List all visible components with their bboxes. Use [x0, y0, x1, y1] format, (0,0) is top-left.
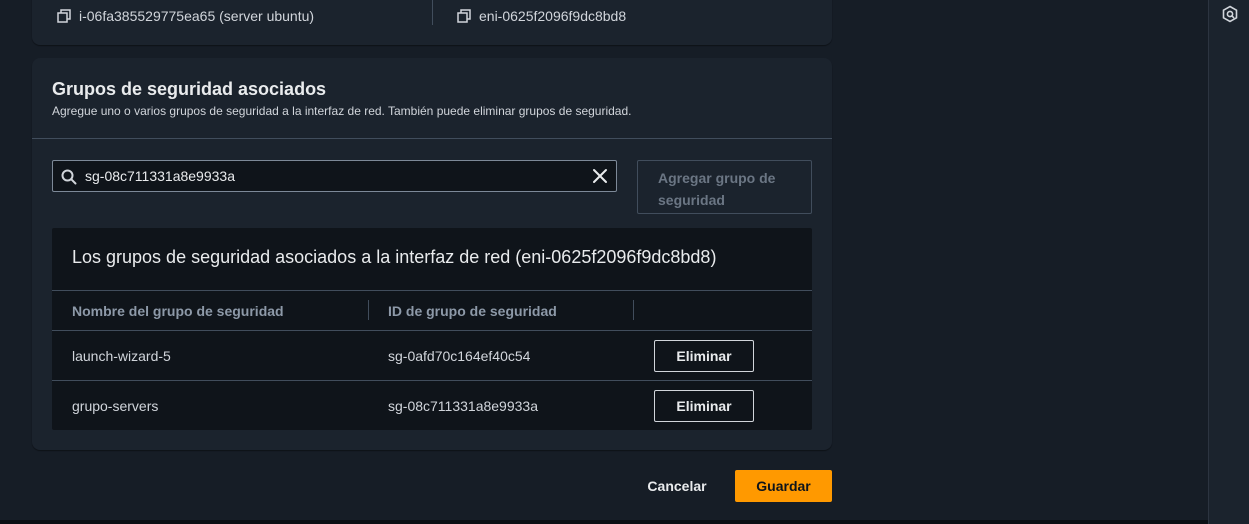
search-input[interactable]	[85, 161, 585, 191]
associated-groups-table: Los grupos de seguridad asociados a la i…	[52, 228, 812, 430]
table-divider	[52, 290, 812, 291]
section-divider	[32, 138, 832, 139]
save-button[interactable]: Guardar	[735, 470, 832, 502]
instance-id-text: i-06fa385529775ea65 (server ubuntu)	[79, 8, 315, 24]
row-divider	[52, 380, 812, 381]
add-security-group-button[interactable]: Agregar grupo de seguridad	[637, 160, 812, 214]
add-button-line1: Agregar grupo de	[658, 170, 776, 186]
row-divider	[52, 330, 812, 331]
remove-group-button[interactable]: Eliminar	[654, 340, 754, 372]
interface-id-text: eni-0625f2096f9dc8bd8	[479, 8, 627, 24]
page-bottom-border	[0, 520, 1208, 524]
security-group-search	[52, 160, 617, 192]
table-title: Los grupos de seguridad asociados a la i…	[72, 247, 717, 267]
interface-summary: eni-0625f2096f9dc8bd8	[457, 6, 626, 26]
copy-icon[interactable]	[57, 9, 71, 23]
column-divider	[368, 300, 369, 320]
group-id-cell: sg-0afd70c164ef40c54	[388, 348, 531, 364]
column-header-name[interactable]: Nombre del grupo de seguridad	[72, 303, 284, 319]
clear-icon[interactable]	[592, 168, 608, 184]
group-name-cell: launch-wizard-5	[72, 348, 171, 364]
side-panel-icon[interactable]	[1221, 5, 1239, 23]
group-id-cell: sg-08c711331a8e9933a	[388, 398, 538, 414]
remove-group-button[interactable]: Eliminar	[654, 390, 754, 422]
search-icon	[61, 169, 77, 185]
copy-icon[interactable]	[457, 9, 471, 23]
summary-divider	[432, 0, 433, 25]
security-groups-card: Grupos de seguridad asociados Agregue un…	[32, 58, 832, 450]
instance-summary: i-06fa385529775ea65 (server ubuntu)	[57, 6, 314, 26]
column-header-id[interactable]: ID de grupo de seguridad	[388, 303, 557, 319]
cancel-button[interactable]: Cancelar	[630, 470, 724, 502]
group-name-cell: grupo-servers	[72, 398, 159, 414]
section-title: Grupos de seguridad asociados	[52, 79, 327, 99]
right-side-rail	[1208, 0, 1249, 524]
column-divider	[633, 300, 634, 320]
summary-card: i-06fa385529775ea65 (server ubuntu) eni-…	[32, 0, 832, 45]
add-button-line2: seguridad	[658, 192, 725, 208]
section-description: Agregue uno o varios grupos de seguridad…	[52, 104, 632, 118]
